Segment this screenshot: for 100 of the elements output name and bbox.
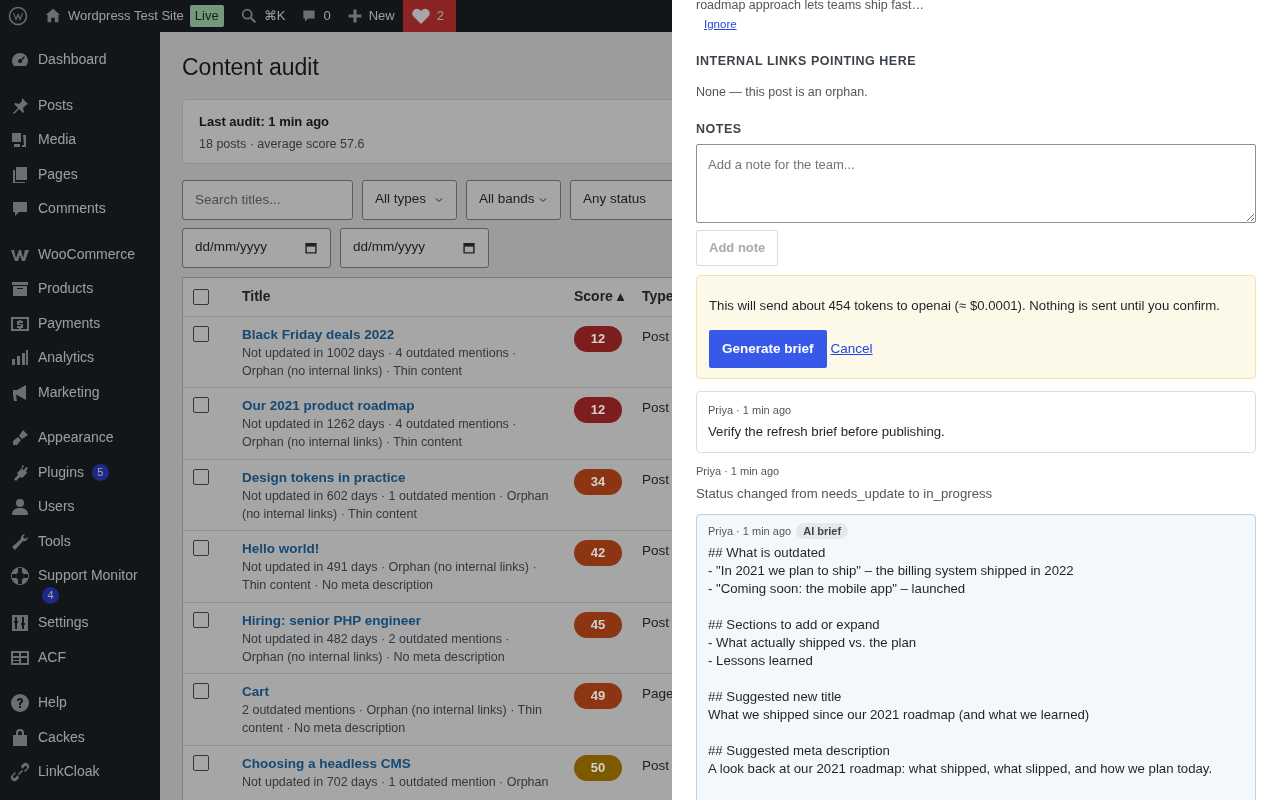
score-badge: 49 (574, 683, 622, 710)
sidebar-item[interactable]: Cackes (0, 719, 160, 754)
section-heading: NOTES (696, 120, 743, 138)
confirm-text: This will send about 454 tokens to openai (≈ $0.0001). Nothing is sent until you confirm. (709, 296, 1221, 315)
entry-meta: Priya · 1 min ago (708, 402, 793, 418)
sidebar-item[interactable]: Analytics (0, 340, 160, 375)
brief-line: - "Coming soon: the mobile app" – launched (708, 580, 967, 599)
note-field[interactable]: Add a note for the team... (696, 144, 1256, 224)
brief-line: What we shipped since our 2021 roadmap (and what we learned) (708, 706, 1091, 725)
brief-line: - What actually shipped vs. the plan (708, 634, 918, 653)
sidebar-item[interactable]: Dashboard (0, 42, 160, 77)
count-badge: 5 (91, 463, 109, 481)
lifebuoy-icon (10, 566, 30, 586)
pages-icon (10, 164, 30, 185)
sidebar-item[interactable]: WooCommerce (0, 236, 160, 271)
sidebar-item[interactable]: Media (0, 122, 160, 157)
status-text: Status changed from needs_update to in_progress (696, 484, 994, 503)
calendar-icon (462, 240, 476, 255)
cancel-link[interactable]: Cancel (830, 338, 873, 359)
sidebar-item[interactable]: Comments (0, 191, 160, 226)
generate-brief-button[interactable]: Generate brief (709, 329, 827, 368)
post-details: Not updated in 602 days · 1 outdated mention · Orphan (no internal links) · Thin content (242, 487, 550, 523)
sidebar-item[interactable]: ACF (0, 639, 160, 674)
speech-bubble-icon[interactable] (301, 8, 318, 24)
post-title-link[interactable]: Hello world! (242, 540, 552, 559)
wordpress-logo-icon[interactable] (8, 6, 28, 26)
post-title-link[interactable]: Cart (242, 683, 552, 702)
archive-icon (10, 279, 30, 299)
sidebar-item[interactable]: Posts (0, 87, 160, 122)
post-title-link[interactable]: Design tokens in practice (242, 468, 552, 487)
checkbox[interactable] (193, 468, 209, 485)
search-icon[interactable] (239, 7, 258, 25)
section-heading: INTERNAL LINKS POINTING HERE (696, 53, 918, 70)
date-field[interactable]: dd/mm/yyyy (182, 227, 331, 268)
post-type: Post (642, 614, 669, 630)
search-field[interactable]: Search titles... (182, 179, 353, 220)
sidebar-item[interactable]: Tools (0, 523, 160, 558)
post-type: Post (642, 328, 669, 344)
sidebar-item[interactable]: Marketing (0, 374, 160, 409)
post-title-link[interactable]: Our 2021 product roadmap (242, 397, 552, 416)
filter-select[interactable]: All bands (466, 179, 561, 220)
sidebar-item[interactable]: Appearance (0, 420, 160, 455)
speech-bubble-icon (10, 199, 30, 219)
bar-chart-icon (10, 348, 30, 368)
summary-title: Last audit: 1 min ago (199, 112, 330, 131)
post-title-link[interactable]: Choosing a headless CMS (242, 754, 552, 773)
sliders-icon (10, 613, 30, 633)
score-badge: 12 (574, 397, 622, 424)
filter-select[interactable]: Any status (570, 179, 672, 220)
entry-meta: Priya · 1 min ago (708, 525, 792, 538)
checkbox[interactable] (193, 540, 209, 557)
ai-brief-tag: AI brief (796, 523, 849, 540)
sort-column-header[interactable]: Score ▴ (574, 288, 624, 305)
sidebar-item[interactable]: Help (0, 685, 160, 720)
count-badge: 4 (42, 587, 59, 604)
brief-heading: ## Suggested meta description (708, 742, 891, 761)
checkbox[interactable] (193, 325, 209, 342)
brief-line: A look back at our 2021 roadmap: what shipped, what slipped, and how we plan today. (708, 760, 1214, 779)
link-icon (10, 762, 30, 782)
user-icon (10, 497, 30, 517)
sidebar-item[interactable]: Plugins 5 (0, 454, 160, 489)
sidebar-item[interactable]: Settings (0, 605, 160, 640)
sidebar-item[interactable]: Products (0, 271, 160, 306)
post-title-link[interactable]: Hiring: senior PHP engineer (242, 611, 552, 630)
post-type: Post (642, 400, 669, 416)
page-title: Content audit (182, 54, 320, 82)
sidebar-item[interactable]: Payments (0, 305, 160, 340)
plus-icon[interactable] (346, 8, 363, 24)
comment-count: 0 (323, 7, 331, 26)
checkbox[interactable] (193, 683, 209, 700)
brief-line: - Lessons learned (708, 652, 814, 671)
post-title-link[interactable]: Black Friday deals 2022 (242, 325, 552, 344)
checkbox[interactable] (193, 611, 209, 628)
home-icon[interactable] (44, 7, 62, 25)
score-badge: 50 (574, 754, 622, 781)
checkbox[interactable] (193, 288, 209, 305)
ignore-link[interactable]: Ignore (704, 16, 737, 34)
brief-heading: ## Suggested new title (708, 688, 843, 707)
sidebar-item[interactable]: Support Monitor 4 (0, 558, 160, 605)
date-field[interactable]: dd/mm/yyyy (340, 227, 489, 268)
post-details: Not updated in 491 days · Orphan (no internal links) · Thin content · No meta description (242, 559, 538, 595)
live-badge: Live (189, 5, 224, 27)
help-icon (10, 693, 30, 713)
sidebar-item[interactable]: Pages (0, 156, 160, 191)
sidebar-item[interactable]: LinkCloak (0, 754, 160, 789)
summary-text: 18 posts · average score 57.6 (199, 136, 366, 154)
brief-heading: ## Sections to add or expand (708, 616, 881, 635)
excerpt-text: roadmap approach lets teams ship fast… (696, 0, 925, 13)
post-type: Post (642, 757, 669, 773)
calendar-icon (304, 240, 318, 255)
site-name-link[interactable]: Wordpress Test Site (68, 6, 184, 26)
score-badge: 34 (574, 468, 622, 495)
checkbox[interactable] (193, 397, 209, 414)
post-details: Not updated in 1002 days · 4 outdated mentions · Orphan (no internal links) · Thin content (242, 344, 518, 380)
filter-select[interactable]: All types (362, 179, 457, 220)
brief-line: - "In 2021 we plan to ship" – the billing system shipped in 2022 (708, 562, 1075, 581)
new-link[interactable]: New (368, 6, 395, 26)
sidebar-item[interactable]: Users (0, 489, 160, 524)
note-text: Verify the refresh brief before publishing. (708, 422, 946, 441)
checkbox[interactable] (193, 754, 209, 771)
